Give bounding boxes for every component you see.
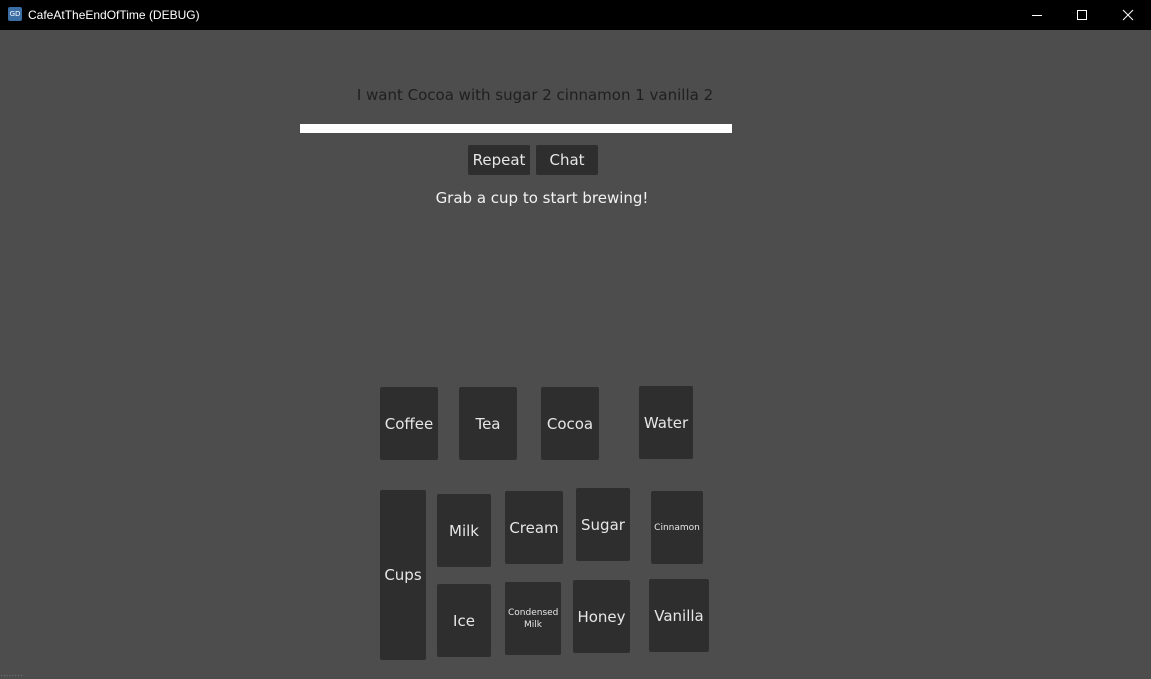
coffee-button[interactable]: Coffee <box>380 387 438 460</box>
cream-button[interactable]: Cream <box>505 491 563 564</box>
vanilla-button[interactable]: Vanilla <box>649 579 709 652</box>
close-icon <box>1122 9 1134 21</box>
cups-button[interactable]: Cups <box>380 490 426 660</box>
milk-button[interactable]: Milk <box>437 494 491 567</box>
honey-button[interactable]: Honey <box>573 580 630 653</box>
chat-button[interactable]: Chat <box>536 145 598 175</box>
app-icon: GD <box>8 7 22 21</box>
cocoa-button[interactable]: Cocoa <box>541 387 599 460</box>
patience-bar <box>300 124 732 133</box>
maximize-button[interactable] <box>1059 0 1105 30</box>
water-button[interactable]: Water <box>639 386 693 459</box>
condensed-milk-label: Condensed Milk <box>508 607 559 630</box>
close-button[interactable] <box>1105 0 1151 30</box>
brewing-hint: Grab a cup to start brewing! <box>435 189 649 207</box>
debug-status-text: ........ <box>0 670 23 679</box>
window-titlebar: GD CafeAtTheEndOfTime (DEBUG) <box>0 0 1151 30</box>
window-title: CafeAtTheEndOfTime (DEBUG) <box>28 8 200 22</box>
customer-request-text: I want Cocoa with sugar 2 cinnamon 1 van… <box>356 86 714 104</box>
condensed-milk-button[interactable]: Condensed Milk <box>505 582 561 655</box>
ice-button[interactable]: Ice <box>437 584 491 657</box>
maximize-icon <box>1077 10 1087 20</box>
repeat-button[interactable]: Repeat <box>468 145 530 175</box>
minimize-icon <box>1032 15 1042 16</box>
tea-button[interactable]: Tea <box>459 387 517 460</box>
sugar-button[interactable]: Sugar <box>576 488 630 561</box>
cinnamon-button[interactable]: Cinnamon <box>651 491 703 564</box>
minimize-button[interactable] <box>1014 0 1060 30</box>
